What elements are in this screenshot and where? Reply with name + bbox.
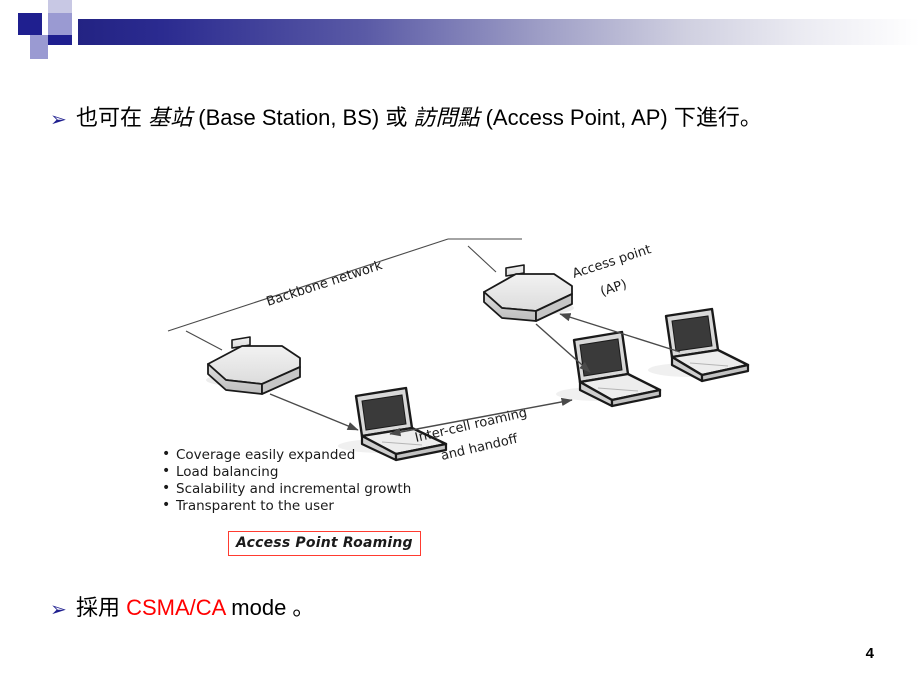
backbone-network-line xyxy=(167,238,522,351)
bullet1-seg1: 也可在 xyxy=(76,105,149,130)
bullet1-seg5: (Access Point, AP) 下進行。 xyxy=(479,105,762,130)
node-access-point-right xyxy=(483,264,574,322)
deco-square-navy-1 xyxy=(18,13,42,35)
diagram-feature-list: Coverage easily expanded Load balancing … xyxy=(160,446,411,515)
bullet2-seg3: mode 。 xyxy=(225,595,315,620)
bullet-text-base-station: 也可在 基站 (Base Station, BS) 或 訪問點 (Access … xyxy=(76,104,762,132)
bullet1-seg2-italic: 基站 xyxy=(148,105,193,130)
feature-item: Scalability and incremental growth xyxy=(160,480,411,498)
network-diagram: Backbone network Access point (AP) Inter… xyxy=(150,228,750,568)
bullet-item-base-station: ➢ 也可在 基站 (Base Station, BS) 或 訪問點 (Acces… xyxy=(50,104,762,132)
bullet2-seg1: 採用 xyxy=(76,595,127,620)
bullet-arrow-icon: ➢ xyxy=(50,109,67,131)
label-access-point: Access point (AP) xyxy=(571,242,653,300)
feature-item: Transparent to the user xyxy=(160,497,411,515)
bullet2-seg2-highlight: CSMA/CA xyxy=(126,595,226,620)
bullet-text-csma-ca: 採用 CSMA/CA mode 。 xyxy=(76,594,314,622)
diagram-svg: Backbone network Access point (AP) Inter… xyxy=(167,238,750,464)
bullet1-seg4-italic: 訪問點 xyxy=(413,105,480,130)
feature-item: Coverage easily expanded xyxy=(160,446,411,464)
label-access-point-line1: Access point xyxy=(571,242,653,282)
page-number: 4 xyxy=(865,645,874,662)
node-laptop-right xyxy=(648,307,750,383)
bullet-arrow-icon: ➢ xyxy=(50,599,67,621)
arrow-ap-left-to-laptop-left xyxy=(269,393,359,431)
deco-square-mid-1 xyxy=(48,13,72,35)
feature-item: Load balancing xyxy=(160,463,411,481)
node-access-point-left xyxy=(206,336,301,395)
node-laptop-center xyxy=(556,330,662,408)
label-access-point-line2: (AP) xyxy=(599,277,629,300)
bullet1-seg3: (Base Station, BS) 或 xyxy=(192,105,414,130)
deco-square-light-1 xyxy=(48,0,72,13)
label-inter-cell-roaming: Inter-cell roaming and handoff xyxy=(414,405,529,463)
label-backbone-network: Backbone network xyxy=(265,258,385,310)
diagram-caption-box: Access Point Roaming xyxy=(228,531,421,556)
header-gradient-bar xyxy=(78,19,920,45)
deco-square-navy-2 xyxy=(48,35,72,45)
deco-square-mid-2 xyxy=(30,35,48,59)
diagram-caption-text: Access Point Roaming xyxy=(236,535,413,551)
bullet-item-csma-ca: ➢ 採用 CSMA/CA mode 。 xyxy=(50,594,314,622)
header-decoration xyxy=(0,0,920,70)
